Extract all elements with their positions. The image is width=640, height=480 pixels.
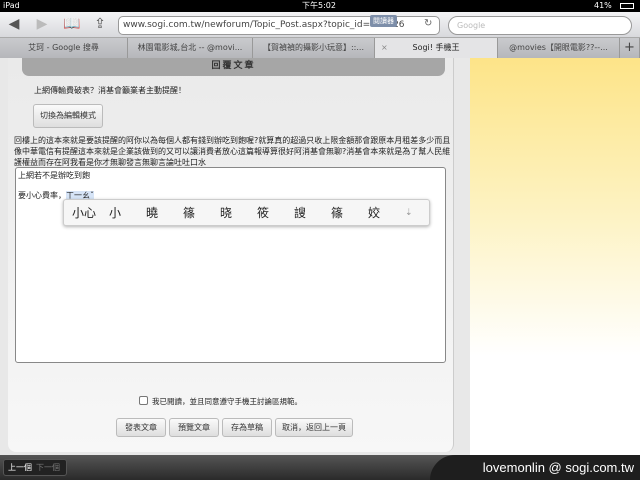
back-icon[interactable]: ◀: [4, 16, 24, 32]
tab-bar: 艾珂 - Google 搜尋 林園電影城,台北 -- @movi... 【賀禎禎…: [0, 38, 640, 58]
save-draft-button[interactable]: 存為草稿: [222, 418, 272, 437]
device-label: iPad: [3, 1, 20, 10]
battery-icon: [620, 3, 634, 9]
search-input[interactable]: Google: [448, 16, 632, 35]
clock: 下午5:02: [302, 1, 336, 10]
forward-icon[interactable]: ▶: [32, 16, 52, 32]
new-tab-button[interactable]: +: [620, 38, 640, 58]
watermark: lovemonlin @ sogi.com.tw: [430, 455, 640, 480]
candidate[interactable]: 姣: [368, 204, 405, 221]
reply-header: 回覆文章: [22, 58, 445, 76]
tab-sogi[interactable]: × Sogi! 手機王: [375, 38, 498, 58]
post-button[interactable]: 發表文章: [116, 418, 166, 437]
candidate[interactable]: 小心: [72, 204, 109, 221]
editor-line: 上網若不是辦吃到飽: [18, 171, 90, 180]
url-text: www.sogi.com.tw/newforum/Topic_Post.aspx…: [123, 20, 405, 30]
candidate[interactable]: 小: [109, 204, 146, 221]
reload-icon[interactable]: ↻: [424, 18, 432, 29]
reply-editor[interactable]: 上網若不是辦吃到飽 要小心費率，ㄒ一ㄠˇ: [15, 167, 446, 363]
candidate[interactable]: 晓: [220, 204, 257, 221]
side-panel: [470, 58, 640, 455]
tab-google[interactable]: 艾珂 - Google 搜尋: [0, 38, 128, 58]
candidate[interactable]: 筱: [257, 204, 294, 221]
quoted-text: 回樓上的這本來就是要該提醒的阿你以為每個人都有錢到辦吃到飽喔?就算真的超過只收上…: [14, 136, 451, 167]
tab-photo[interactable]: 【賀禎禎的攝影小玩意】::...: [253, 38, 375, 58]
battery-level: 41%: [594, 1, 612, 10]
status-bar: iPad 下午5:02 41%: [0, 0, 640, 12]
tab-movies[interactable]: @movies【開眼電影??--...: [498, 38, 620, 58]
topic-title: 上網傳輸費破表？消基會籲業者主動提醒！: [34, 86, 186, 95]
candidate[interactable]: 篠: [331, 204, 368, 221]
reader-button[interactable]: 閱讀器: [370, 15, 397, 27]
share-icon[interactable]: ⇪: [90, 16, 110, 32]
browser-toolbar: ◀ ▶ 📖 ⇪ www.sogi.com.tw/newforum/Topic_P…: [0, 12, 640, 38]
switch-mode-button[interactable]: 切換為編輯模式: [33, 104, 103, 128]
tab-label: Sogi! 手機王: [412, 43, 460, 52]
expand-candidates-icon[interactable]: ⇣: [405, 208, 413, 218]
agree-label: 我已閱讀，並且同意遵守手機王討論區規範。: [152, 397, 302, 406]
preview-button[interactable]: 預覽文章: [169, 418, 219, 437]
ime-candidate-bar: 小心 小 曉 篠 晓 筱 謏 篠 姣 ⇣: [63, 199, 430, 226]
bookmarks-icon[interactable]: 📖: [62, 16, 82, 32]
close-tab-icon[interactable]: ×: [381, 38, 388, 58]
candidate[interactable]: 曉: [146, 204, 183, 221]
agree-checkbox[interactable]: [139, 396, 148, 405]
candidate[interactable]: 篠: [183, 204, 220, 221]
candidate[interactable]: 謏: [294, 204, 331, 221]
next-field-button[interactable]: 下一個: [36, 463, 60, 472]
cancel-button[interactable]: 取消，返回上一頁: [275, 418, 353, 437]
page-content: 回覆文章 上網傳輸費破表？消基會籲業者主動提醒！ 切換為編輯模式 回樓上的這本來…: [0, 58, 470, 455]
tab-movie-city[interactable]: 林園電影城,台北 -- @movi...: [128, 38, 253, 58]
prev-field-button[interactable]: 上一個: [4, 463, 36, 472]
